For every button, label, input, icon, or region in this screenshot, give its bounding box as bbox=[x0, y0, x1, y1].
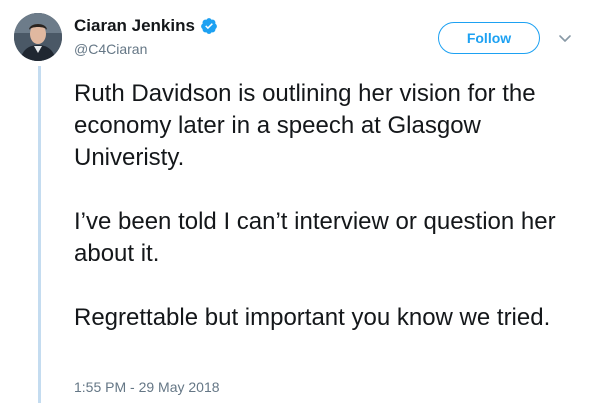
author-display-name[interactable]: Ciaran Jenkins bbox=[74, 16, 195, 36]
tweet-text: Ruth Davidson is outlining her vision fo… bbox=[74, 78, 574, 366]
profile-photo-icon bbox=[14, 13, 62, 61]
tweet-card: Ciaran Jenkins @C4Ciaran Follow Ruth Dav… bbox=[0, 0, 595, 403]
tweet-paragraph: Regrettable but important you know we tr… bbox=[74, 304, 551, 331]
avatar[interactable] bbox=[14, 13, 62, 61]
author-handle[interactable]: @C4Ciaran bbox=[74, 40, 147, 58]
chevron-down-icon[interactable] bbox=[557, 30, 573, 46]
tweet-timestamp[interactable]: 1:55 PM - 29 May 2018 bbox=[74, 378, 220, 396]
author-name-row: Ciaran Jenkins bbox=[74, 16, 218, 36]
tweet-paragraph: I’ve been told I can’t interview or ques… bbox=[74, 208, 556, 267]
tweet-paragraph: Ruth Davidson is outlining her vision fo… bbox=[74, 80, 536, 171]
verified-badge-icon bbox=[200, 17, 218, 35]
follow-button[interactable]: Follow bbox=[438, 22, 540, 54]
thread-line bbox=[38, 66, 41, 403]
